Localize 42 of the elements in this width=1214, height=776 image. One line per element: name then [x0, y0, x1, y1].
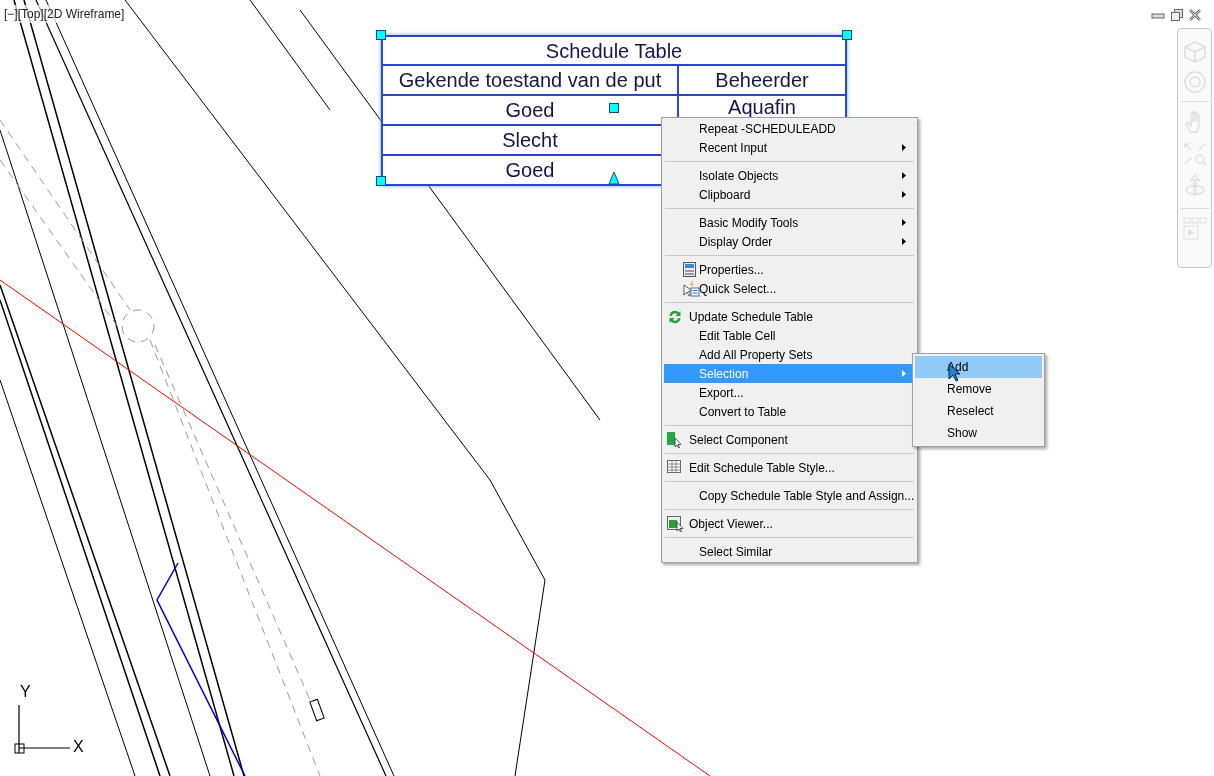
ucs-icon [14, 705, 70, 755]
block-outline [309, 698, 325, 722]
menu-item[interactable]: Update Schedule Table [664, 307, 915, 326]
x-axis-label: X [73, 739, 84, 755]
table-icon [667, 460, 681, 473]
submenu-item[interactable]: Remove [915, 378, 1042, 400]
submenu-item[interactable]: Show [915, 422, 1042, 444]
grip-handle[interactable] [842, 30, 852, 40]
close-icon[interactable] [1189, 9, 1201, 21]
menu-item[interactable]: Edit Schedule Table Style... [664, 458, 915, 477]
refresh-icon [667, 309, 683, 325]
column-header: Beheerder [714, 68, 810, 93]
menu-item[interactable]: Add All Property Sets [664, 345, 915, 364]
viewport-control[interactable]: [2D Wireframe] [43, 5, 125, 23]
viewer-icon [667, 516, 684, 532]
properties-icon [683, 262, 696, 277]
menu-item[interactable]: Display Order [664, 232, 915, 251]
menu-item[interactable]: Clipboard [664, 185, 915, 204]
grip-handle[interactable] [609, 103, 619, 113]
table-title: Schedule Table [383, 37, 845, 66]
menu-item[interactable]: Convert to Table [664, 402, 915, 421]
table-cell-text: Aquafin [727, 96, 797, 120]
column-header: Gekende toestand van de put [383, 66, 679, 94]
viewport-control[interactable]: [Top] [17, 5, 44, 23]
restore-icon[interactable] [1171, 9, 1183, 21]
menu-item[interactable]: Object Viewer... [664, 514, 915, 533]
menu-item[interactable]: Export... [664, 383, 915, 402]
grip-handle[interactable] [376, 30, 386, 40]
viewport-control[interactable]: [−] [4, 5, 18, 23]
menu-item[interactable]: Properties... [664, 260, 915, 279]
menu-item[interactable]: Edit Table Cell [664, 326, 915, 345]
menu-item[interactable]: Select Component [664, 430, 915, 449]
menu-item[interactable]: Select Similar [664, 542, 915, 561]
menu-item[interactable]: Basic Modify Tools [664, 213, 915, 232]
quick-select-icon [683, 281, 700, 297]
submenu-item[interactable]: Reselect [915, 400, 1042, 422]
component-cursor-icon [667, 432, 683, 448]
grip-handle[interactable] [376, 176, 386, 186]
menu-item[interactable]: Copy Schedule Table Style and Assign... [664, 486, 915, 505]
menu-item[interactable]: Quick Select... [664, 279, 915, 298]
y-axis-label: Y [20, 684, 31, 700]
stretch-grip-icon[interactable] [608, 171, 620, 185]
